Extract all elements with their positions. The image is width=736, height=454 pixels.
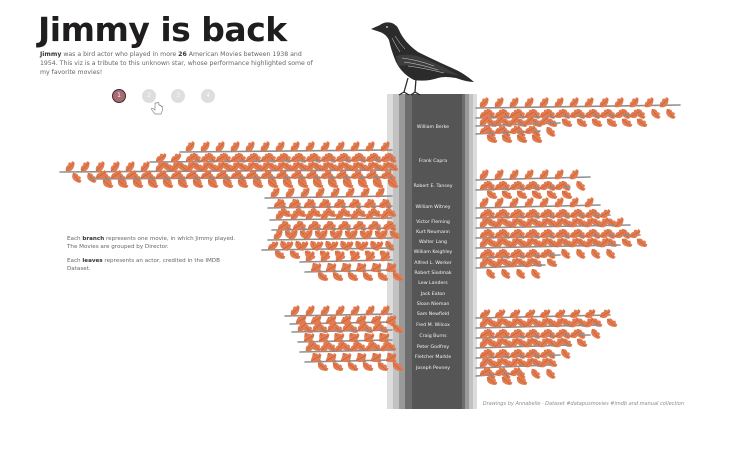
leaf[interactable]: [657, 96, 670, 110]
director-label[interactable]: William Keighley: [400, 250, 466, 255]
director-label[interactable]: Peter Godfrey: [400, 345, 466, 350]
leaf[interactable]: [537, 168, 550, 182]
leaf[interactable]: [553, 307, 567, 320]
leaf[interactable]: [567, 96, 580, 110]
leaf[interactable]: [649, 107, 662, 121]
leaf[interactable]: [378, 304, 391, 318]
leaf[interactable]: [514, 267, 527, 281]
leaf[interactable]: [582, 196, 595, 210]
leaf[interactable]: [333, 140, 346, 154]
director-label[interactable]: Sam Newfield: [400, 312, 466, 317]
director-label[interactable]: William Berke: [400, 125, 466, 130]
director-label[interactable]: Kurt Neumann: [400, 230, 466, 235]
branch[interactable]: [264, 195, 393, 199]
leaf[interactable]: [559, 247, 572, 261]
leaf[interactable]: [605, 316, 619, 329]
director-label[interactable]: Fletcher Markle: [400, 355, 466, 360]
leaf[interactable]: [484, 267, 497, 281]
leaf[interactable]: [598, 207, 612, 220]
director-label[interactable]: Victor Fleming: [400, 220, 466, 225]
leaf[interactable]: [574, 247, 587, 261]
leaf[interactable]: [378, 140, 391, 154]
director-label[interactable]: Alfred L. Werker: [400, 261, 466, 266]
leaf[interactable]: [589, 327, 602, 341]
leaf[interactable]: [642, 96, 655, 110]
director-label[interactable]: Fred M. Wilcox: [400, 323, 466, 328]
branch[interactable]: [299, 349, 393, 353]
director-label[interactable]: Lew Landers: [400, 281, 466, 286]
leaf[interactable]: [523, 307, 537, 320]
branch[interactable]: [475, 204, 601, 209]
leaf[interactable]: [635, 236, 649, 249]
leaf[interactable]: [383, 239, 396, 253]
leaf[interactable]: [597, 96, 610, 110]
leaf[interactable]: [568, 307, 582, 320]
director-label[interactable]: Robert E. Tansey: [400, 184, 466, 189]
director-label[interactable]: Robert Siodmak: [400, 271, 466, 276]
leaf[interactable]: [574, 179, 587, 193]
leaf[interactable]: [552, 168, 565, 182]
director-label[interactable]: Joseph Pevney: [400, 366, 466, 371]
branch[interactable]: [179, 149, 393, 153]
leaf[interactable]: [567, 168, 580, 182]
leaf[interactable]: [544, 125, 557, 139]
director-label[interactable]: Sloan Nieman: [400, 302, 466, 307]
crow-illustration: [371, 22, 474, 96]
leaf[interactable]: [559, 347, 572, 361]
leaf[interactable]: [627, 96, 640, 110]
branch[interactable]: [299, 259, 393, 263]
leaf[interactable]: [582, 96, 595, 110]
leaf[interactable]: [544, 367, 557, 381]
leaf[interactable]: [598, 307, 612, 320]
footer-credit: Drawings by Annabelle · Dataset #datapus…: [482, 401, 684, 407]
branch[interactable]: [261, 247, 393, 251]
leaf[interactable]: [664, 107, 677, 121]
leaf[interactable]: [628, 227, 642, 240]
leaf[interactable]: [612, 96, 625, 110]
leaf[interactable]: [538, 307, 552, 320]
director-label[interactable]: Walter Lang: [400, 240, 466, 245]
branch[interactable]: [267, 237, 393, 241]
leaf[interactable]: [363, 140, 376, 154]
director-label[interactable]: Jack Eaton: [400, 292, 466, 297]
leaf[interactable]: [348, 140, 361, 154]
leaf[interactable]: [70, 171, 83, 185]
leaf[interactable]: [529, 267, 542, 281]
leaf[interactable]: [499, 267, 512, 281]
leaf[interactable]: [583, 307, 597, 320]
leaf[interactable]: [529, 367, 542, 381]
director-label[interactable]: Frank Capra: [400, 159, 466, 164]
leaf[interactable]: [508, 307, 522, 320]
leaf[interactable]: [318, 140, 331, 154]
director-label[interactable]: William Witney: [400, 205, 466, 210]
director-label[interactable]: Craig Burns: [400, 334, 466, 339]
leaf[interactable]: [604, 247, 617, 261]
leaf[interactable]: [363, 304, 376, 318]
leaf[interactable]: [589, 247, 602, 261]
branch[interactable]: [269, 217, 393, 221]
